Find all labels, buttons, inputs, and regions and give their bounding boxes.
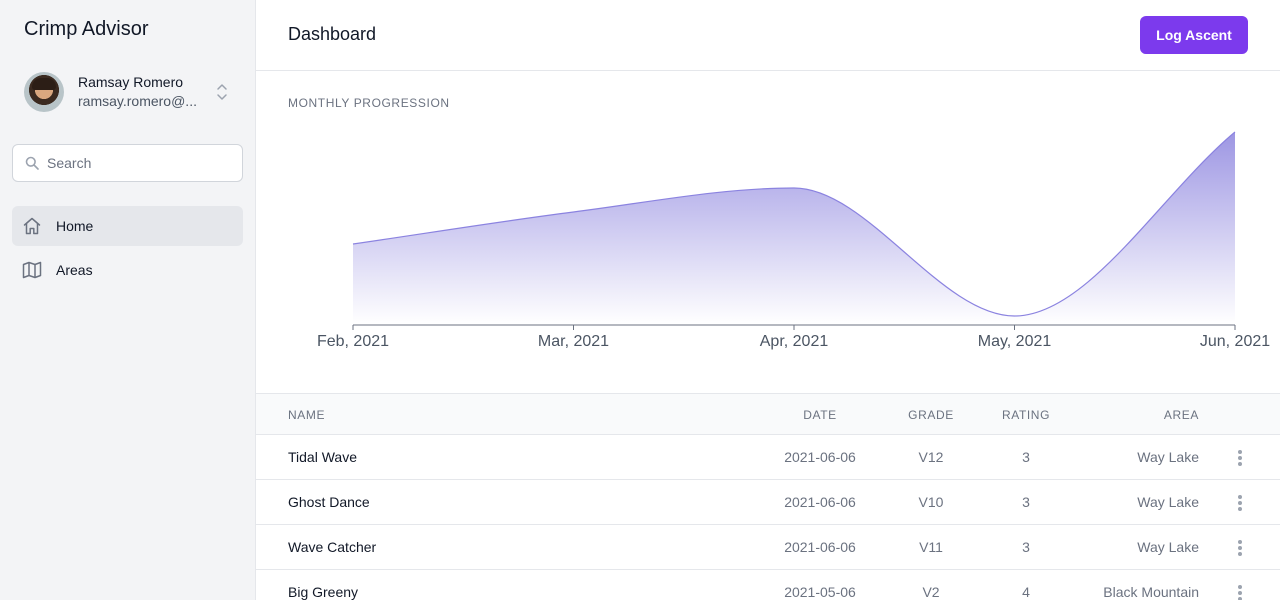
row-name: Tidal Wave [288,449,357,465]
main-content: Dashboard Log Ascent MONTHLY PROGRESSION… [256,0,1280,600]
user-email: ramsay.romero@... [78,93,197,109]
row-area: Way Lake [1137,449,1199,465]
avatar [24,72,64,112]
search-icon [25,156,39,170]
column-header-area[interactable]: AREA [1039,408,1199,422]
row-area: Way Lake [1137,494,1199,510]
row-grade: V2 [922,584,940,600]
search-box[interactable] [12,144,243,182]
search-input[interactable] [47,155,237,171]
user-name: Ramsay Romero [78,74,184,90]
progression-chart: Feb, 2021 Mar, 2021 Apr, 2021 May, 2021 Jun,… [317,131,1270,350]
table-row[interactable]: Tidal Wave 2021-06-06 V12 3 Way Lake [256,435,1280,480]
user-info: Ramsay Romero ramsay.romero@... [78,73,206,111]
user-menu[interactable]: Ramsay Romero ramsay.romero@... [24,70,234,114]
x-tick-label: Apr, 2021 [760,333,829,350]
row-date: 2021-06-06 [784,494,856,510]
app-brand: Crimp Advisor [24,18,149,40]
x-tick-label: May, 2021 [978,333,1052,350]
sidebar-item-areas[interactable]: Areas [12,250,243,290]
row-name: Ghost Dance [288,494,370,510]
page-header: Dashboard Log Ascent [256,0,1280,71]
more-options-icon[interactable] [1234,493,1246,513]
sidebar-item-label: Areas [56,262,93,278]
table-row[interactable]: Ghost Dance 2021-06-06 V10 3 Way Lake [256,480,1280,525]
more-options-icon[interactable] [1234,448,1246,468]
more-options-icon[interactable] [1234,538,1246,558]
row-date: 2021-06-06 [784,449,856,465]
table-row[interactable]: Big Greeny 2021-05-06 V2 4 Black Mountai… [256,570,1280,600]
x-tick-label: Feb, 2021 [317,333,389,350]
home-icon [23,217,41,235]
more-options-icon[interactable] [1234,583,1246,600]
sidebar-item-home[interactable]: Home [12,206,243,246]
row-grade: V10 [918,494,944,510]
row-name: Big Greeny [288,584,359,600]
row-grade: V11 [919,539,943,555]
log-ascent-button[interactable]: Log Ascent [1140,16,1248,54]
chart-area [353,132,1235,324]
row-area: Black Mountain [1103,584,1199,600]
sidebar: Crimp Advisor Ramsay Romero ramsay.romer… [0,0,256,600]
row-grade: V12 [918,449,944,465]
x-tick-label: Mar, 2021 [538,333,609,350]
table-header: NAME DATE GRADE RATING AREA [256,393,1280,435]
column-header-date[interactable]: DATE [770,408,870,422]
sidebar-item-label: Home [56,218,94,234]
row-name: Wave Catcher [288,539,377,555]
x-tick-label: Jun, 2021 [1200,333,1270,350]
row-date: 2021-06-06 [784,539,856,555]
chevron-up-down-icon [217,84,227,100]
column-header-grade[interactable]: GRADE [901,408,961,422]
row-date: 2021-05-06 [784,584,856,600]
page-title: Dashboard [288,24,377,44]
row-area: Way Lake [1137,539,1199,555]
map-icon [22,261,42,279]
table-row[interactable]: Wave Catcher 2021-06-06 V11 3 Way Lake [256,525,1280,570]
column-header-name[interactable]: NAME [288,408,325,422]
